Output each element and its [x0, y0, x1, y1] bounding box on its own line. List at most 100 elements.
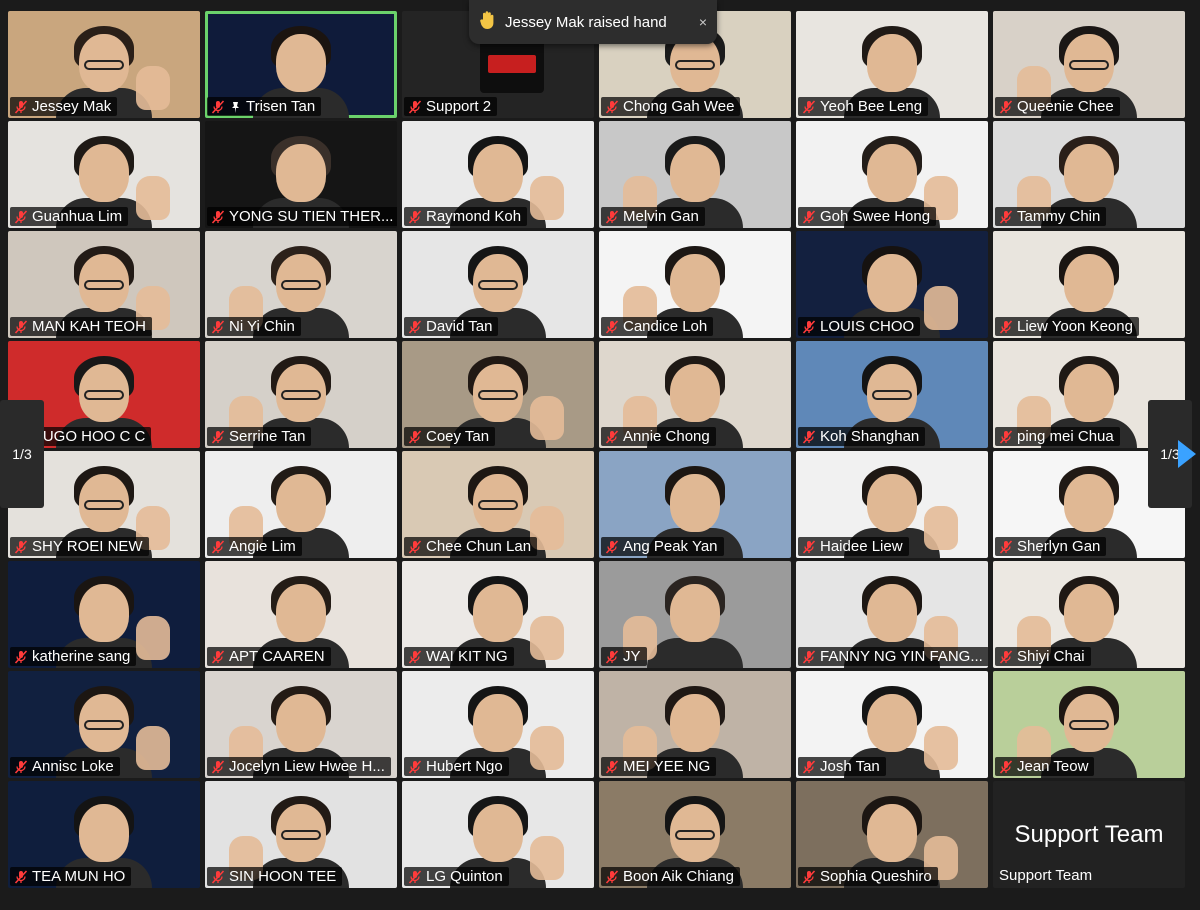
muted-mic-icon — [408, 99, 422, 114]
participant-name: WAI KIT NG — [426, 648, 508, 665]
participant-tile[interactable]: Queenie Chee — [993, 11, 1185, 118]
participant-tile[interactable]: Serrine Tan — [205, 341, 397, 448]
participant-face — [867, 694, 917, 752]
next-arrow-icon[interactable] — [1178, 440, 1196, 468]
participant-name-label: Tammy Chin — [995, 207, 1107, 226]
participant-tile[interactable]: Support Team Support Team — [993, 781, 1185, 888]
participant-video — [647, 576, 743, 668]
participant-tile[interactable]: Shiyi Chai — [993, 561, 1185, 668]
participant-tile[interactable]: Josh Tan — [796, 671, 988, 778]
participant-name: TEA MUN HO — [32, 868, 126, 885]
participant-tile[interactable]: Tammy Chin — [993, 121, 1185, 228]
participant-tile[interactable]: Goh Swee Hong — [796, 121, 988, 228]
muted-mic-icon — [14, 319, 28, 334]
participant-name: Annisc Loke — [32, 758, 114, 775]
participant-tile[interactable]: WAI KIT NG — [402, 561, 594, 668]
participant-tile[interactable]: Raymond Koh — [402, 121, 594, 228]
participant-tile[interactable]: Koh Shanghan — [796, 341, 988, 448]
participant-name: HUGO HOO C C — [32, 428, 146, 445]
waving-hand — [136, 176, 170, 220]
participant-name-label: Annie Chong — [601, 427, 716, 446]
participant-tile[interactable]: Annie Chong — [599, 341, 791, 448]
participant-tile[interactable]: Trisen Tan — [205, 11, 397, 118]
participant-face — [1064, 584, 1114, 642]
participant-name-label: ping mei Chua — [995, 427, 1120, 446]
participant-name-label: Shiyi Chai — [995, 647, 1091, 666]
participant-face — [867, 584, 917, 642]
muted-mic-icon — [14, 209, 28, 224]
participant-tile[interactable]: MEI YEE NG — [599, 671, 791, 778]
participant-face — [276, 694, 326, 752]
participant-name-label: YONG SU TIEN THER... — [207, 207, 397, 226]
participant-tile[interactable]: LOUIS CHOO — [796, 231, 988, 338]
muted-mic-icon — [211, 99, 225, 114]
participant-name-label: Guanhua Lim — [10, 207, 129, 226]
logo-graphic — [488, 55, 536, 73]
participant-tile[interactable]: MAN KAH TEOH — [8, 231, 200, 338]
participant-tile[interactable]: APT CAAREN — [205, 561, 397, 668]
participant-name: Liew Yoon Keong — [1017, 318, 1133, 335]
participant-tile[interactable]: Yeoh Bee Leng — [796, 11, 988, 118]
muted-mic-icon — [605, 759, 619, 774]
participant-tile[interactable]: Haidee Liew — [796, 451, 988, 558]
glasses — [84, 720, 124, 730]
participant-tile[interactable]: Guanhua Lim — [8, 121, 200, 228]
participant-tile[interactable]: TEA MUN HO — [8, 781, 200, 888]
participant-tile[interactable]: Candice Loh — [599, 231, 791, 338]
participant-face — [670, 584, 720, 642]
participant-tile[interactable]: Jessey Mak — [8, 11, 200, 118]
participant-tile[interactable]: Annisc Loke — [8, 671, 200, 778]
participant-tile[interactable]: David Tan — [402, 231, 594, 338]
muted-mic-icon — [802, 209, 816, 224]
participant-tile[interactable]: LG Quinton — [402, 781, 594, 888]
waving-hand — [924, 506, 958, 550]
participant-name: Guanhua Lim — [32, 208, 123, 225]
previous-page-button[interactable]: 1/3 — [0, 400, 44, 508]
participant-tile[interactable]: Hubert Ngo — [402, 671, 594, 778]
participant-name-label: Ang Peak Yan — [601, 537, 724, 556]
participant-name-label: David Tan — [404, 317, 499, 336]
muted-mic-icon — [408, 869, 422, 884]
muted-mic-icon — [605, 539, 619, 554]
participant-name-label: Candice Loh — [601, 317, 714, 336]
raised-hand-notification[interactable]: Jessey Mak raised hand × — [469, 0, 717, 44]
participant-name-label: Sherlyn Gan — [995, 537, 1107, 556]
participant-name: Melvin Gan — [623, 208, 699, 225]
participant-name-label: Serrine Tan — [207, 427, 312, 446]
participant-tile[interactable]: Sophia Queshiro — [796, 781, 988, 888]
participant-name-label: Sophia Queshiro — [798, 867, 938, 886]
muted-mic-icon — [408, 209, 422, 224]
participant-tile[interactable]: Jocelyn Liew Hwee H... — [205, 671, 397, 778]
participant-tile[interactable]: FANNY NG YIN FANG... — [796, 561, 988, 668]
participant-tile[interactable]: Boon Aik Chiang — [599, 781, 791, 888]
participant-tile[interactable]: YONG SU TIEN THER... — [205, 121, 397, 228]
participant-tile[interactable]: Chee Chun Lan — [402, 451, 594, 558]
muted-mic-icon — [802, 429, 816, 444]
participant-tile[interactable]: Melvin Gan — [599, 121, 791, 228]
participant-name-label: LOUIS CHOO — [798, 317, 921, 336]
pin-icon — [229, 100, 242, 113]
glasses — [281, 390, 321, 400]
participant-name-label: Boon Aik Chiang — [601, 867, 740, 886]
participant-tile[interactable]: Coey Tan — [402, 341, 594, 448]
page-indicator-left: 1/3 — [12, 446, 32, 462]
participant-name-label: Melvin Gan — [601, 207, 705, 226]
muted-mic-icon — [999, 759, 1013, 774]
participant-tile[interactable]: SIN HOON TEE — [205, 781, 397, 888]
participant-name-label: TEA MUN HO — [10, 867, 132, 886]
participant-name-label: Ni Yi Chin — [207, 317, 301, 336]
participant-face — [473, 694, 523, 752]
participant-tile[interactable]: Liew Yoon Keong — [993, 231, 1185, 338]
participant-tile[interactable]: Jean Teow — [993, 671, 1185, 778]
close-icon[interactable]: × — [699, 14, 707, 30]
participant-name-label: Jocelyn Liew Hwee H... — [207, 757, 391, 776]
participant-tile[interactable]: JY — [599, 561, 791, 668]
participant-tile[interactable]: Ni Yi Chin — [205, 231, 397, 338]
participant-tile[interactable]: katherine sang — [8, 561, 200, 668]
glasses — [478, 390, 518, 400]
participant-name-label: Annisc Loke — [10, 757, 120, 776]
participant-tile[interactable]: Angie Lim — [205, 451, 397, 558]
waving-hand — [530, 836, 564, 880]
participant-tile[interactable]: Ang Peak Yan — [599, 451, 791, 558]
participant-face — [670, 364, 720, 422]
